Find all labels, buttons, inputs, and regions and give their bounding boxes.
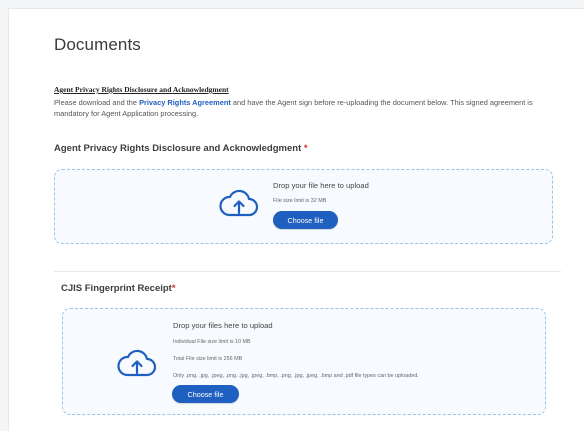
cjis-upload-label: CJIS Fingerprint Receipt* [61,283,176,294]
section-divider [54,271,561,272]
required-marker: * [303,143,308,154]
required-marker: * [171,283,176,294]
privacy-drop-text: Drop your file here to upload [273,181,369,190]
cloud-upload-icon [117,349,157,377]
disclosure-description: Please download and the Privacy Rights A… [54,97,554,119]
disclosure-heading: Agent Privacy Rights Disclosure and Ackn… [54,85,229,94]
privacy-size-limit: File size limit is 32 MB [273,198,327,204]
privacy-choose-file-button[interactable]: Choose file [273,211,338,229]
privacy-dropzone[interactable]: Drop your file here to upload File size … [54,169,553,244]
cjis-file-types-note: Only .png, .jpg, .jpeg, .png, .jpg, .jpe… [173,373,419,379]
privacy-upload-label-text: Agent Privacy Rights Disclosure and Ackn… [54,143,302,154]
cjis-drop-text: Drop your files here to upload [173,321,273,330]
desc-text-before: Please download and the [54,98,140,107]
cjis-dropzone[interactable]: Drop your files here to upload Individua… [62,308,546,415]
cloud-upload-icon [219,189,259,217]
cjis-choose-file-button[interactable]: Choose file [172,385,239,403]
cjis-total-limit: Total File size limit is 256 MB [173,356,243,362]
privacy-rights-agreement-link[interactable]: Privacy Rights Agreement [139,98,231,107]
cjis-upload-label-text: CJIS Fingerprint Receipt [61,283,172,294]
page-title: Documents [54,35,141,54]
cjis-individual-limit: Individual File size limit is 10 MB [173,339,251,345]
documents-card: Documents Agent Privacy Rights Disclosur… [8,8,584,431]
privacy-upload-label: Agent Privacy Rights Disclosure and Ackn… [54,143,308,154]
